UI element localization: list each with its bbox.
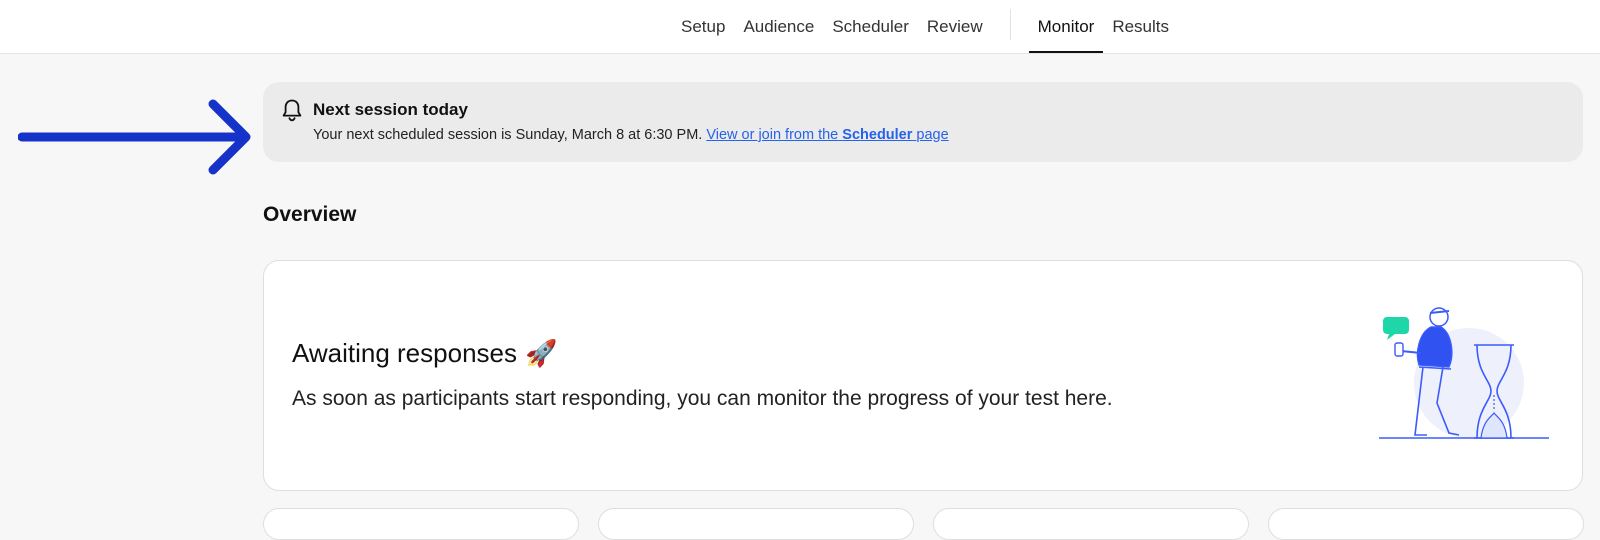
tab-bar: Setup Audience Scheduler Review Monitor …: [672, 0, 1178, 53]
tab-scheduler[interactable]: Scheduler: [823, 0, 918, 53]
overview-heading: Overview: [263, 203, 357, 226]
awaiting-responses-card: Awaiting responses 🚀 As soon as particip…: [263, 260, 1583, 491]
annotation-arrow-icon: [18, 99, 251, 175]
link-text-pre: View or join from the: [706, 127, 839, 143]
tab-setup[interactable]: Setup: [672, 0, 734, 53]
summary-card: [933, 508, 1249, 540]
tab-label: Monitor: [1037, 16, 1095, 36]
link-text-bold: Scheduler: [842, 127, 913, 143]
bell-icon: [282, 99, 302, 122]
summary-card: [1268, 508, 1584, 540]
scheduler-page-link[interactable]: View or join from the Scheduler page: [706, 127, 948, 143]
link-text-post: page: [916, 127, 949, 143]
tab-label: Setup: [681, 16, 726, 36]
tab-label: Scheduler: [832, 16, 909, 36]
notice-body-text: Your next scheduled session is Sunday, M…: [313, 127, 703, 143]
card-title: Awaiting responses 🚀: [292, 338, 557, 369]
next-session-banner: Next session today Your next scheduled s…: [263, 82, 1583, 162]
card-description: As soon as participants start responding…: [292, 387, 1113, 410]
card-title-text: Awaiting responses: [292, 338, 517, 368]
waiting-person-hourglass-illustration: [1379, 307, 1549, 439]
summary-card: [598, 508, 914, 540]
tab-label: Review: [926, 16, 983, 36]
summary-cards-row: [263, 508, 1584, 540]
tab-divider: [1009, 9, 1011, 40]
summary-card: [263, 508, 579, 540]
tab-monitor[interactable]: Monitor: [1028, 0, 1104, 53]
notice-body: Your next scheduled session is Sunday, M…: [313, 127, 949, 143]
notice-title: Next session today: [313, 100, 468, 119]
tab-audience[interactable]: Audience: [734, 0, 823, 53]
top-navigation: Setup Audience Scheduler Review Monitor …: [0, 0, 1600, 54]
tab-results[interactable]: Results: [1103, 0, 1178, 53]
tab-label: Results: [1112, 16, 1170, 36]
tab-label: Audience: [743, 16, 815, 36]
tab-review[interactable]: Review: [918, 0, 992, 53]
rocket-icon: 🚀: [525, 338, 558, 368]
